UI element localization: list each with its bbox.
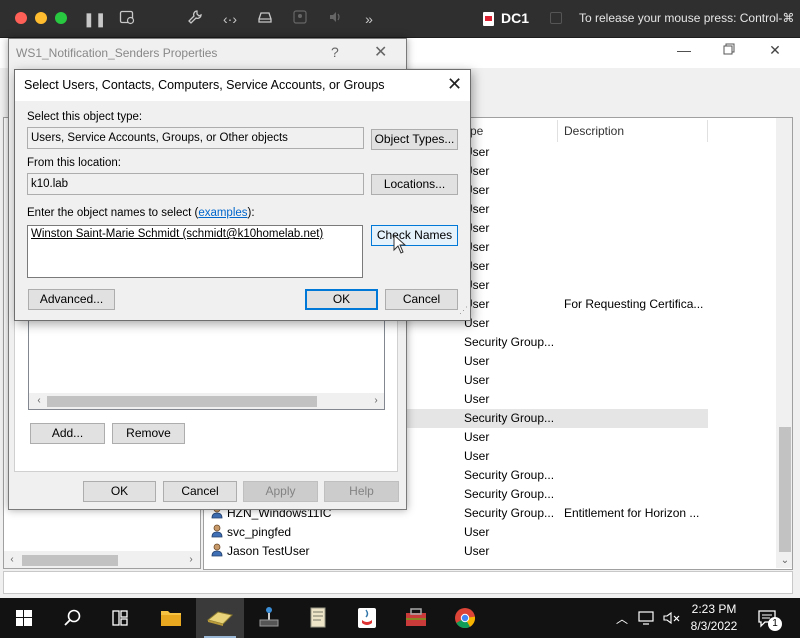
properties-ok-button[interactable]: OK: [83, 481, 156, 502]
scroll-left-icon[interactable]: ‹: [31, 393, 47, 409]
row-description: For Requesting Certifica...: [564, 297, 704, 311]
toolbox-icon[interactable]: [392, 598, 440, 638]
select-ok-button[interactable]: OK: [305, 289, 378, 310]
row-type: Security Group...: [464, 411, 555, 425]
network-tool-icon[interactable]: [245, 598, 293, 638]
object-type-label: Select this object type:: [27, 111, 143, 123]
vm-title: DC1: [501, 10, 530, 26]
status-bar: [3, 571, 793, 594]
object-names-input[interactable]: Winston Saint-Marie Schmidt (schmidt@k10…: [27, 225, 363, 278]
clock-time[interactable]: 2:23 PM: [688, 602, 740, 616]
vm-document-icon: [482, 11, 496, 27]
row-type: User: [464, 525, 490, 539]
locations-button[interactable]: Locations...: [371, 174, 458, 195]
row-type: Security Group...: [464, 335, 555, 349]
scroll-right-icon[interactable]: ›: [368, 393, 384, 409]
column-header-type[interactable]: ype: [458, 120, 558, 142]
user-icon: [211, 524, 223, 538]
window-close-dot[interactable]: [15, 12, 27, 24]
vm-copy-icon: [550, 12, 562, 24]
tree-scroll-thumb[interactable]: [22, 555, 118, 566]
advanced-button[interactable]: Advanced...: [28, 289, 115, 310]
more-chevrons-icon[interactable]: »: [359, 9, 379, 29]
row-type: User: [464, 544, 490, 558]
pause-icon[interactable]: ❚❚: [83, 9, 106, 29]
row-type: Security Group...: [464, 468, 555, 482]
select-users-dialog: [14, 69, 471, 321]
select-dialog-title: Select Users, Contacts, Computers, Servi…: [24, 78, 385, 92]
mouse-cursor-icon: [393, 233, 407, 254]
maximize-icon[interactable]: [719, 40, 739, 60]
row-description: Entitlement for Horizon ...: [564, 506, 700, 520]
java-icon[interactable]: [343, 598, 391, 638]
object-names-label: Enter the object names to select (exampl…: [27, 207, 255, 219]
tray-chevron-up-icon[interactable]: ︿: [615, 610, 629, 626]
task-view-icon[interactable]: [96, 598, 144, 638]
code-arrows-icon[interactable]: ‹·›: [220, 9, 240, 29]
list-row[interactable]: svc_pingfed User: [205, 523, 708, 542]
scroll-right-icon[interactable]: ›: [183, 552, 199, 568]
search-icon[interactable]: [48, 598, 96, 638]
close-icon[interactable]: ✕: [374, 42, 387, 62]
wrench-icon[interactable]: [185, 9, 205, 29]
close-icon[interactable]: ✕: [447, 74, 462, 95]
object-type-field: Users, Service Accounts, Groups, or Othe…: [27, 127, 364, 149]
location-field: k10.lab: [27, 173, 364, 195]
properties-cancel-button[interactable]: Cancel: [163, 481, 237, 502]
window-minimize-dot[interactable]: [35, 12, 47, 24]
mouse-release-hint: To release your mouse press: Control-⌘: [579, 11, 795, 25]
row-name: svc_pingfed: [211, 523, 291, 542]
row-type: User: [464, 392, 490, 406]
row-name: Jason TestUser: [211, 542, 309, 561]
examples-link[interactable]: examples: [198, 207, 247, 219]
start-button[interactable]: [0, 598, 48, 638]
close-icon[interactable]: ✕: [765, 40, 785, 60]
file-explorer-icon[interactable]: [147, 598, 195, 638]
row-name-text: Jason TestUser: [227, 544, 310, 558]
row-type: User: [464, 430, 490, 444]
help-icon[interactable]: ?: [331, 44, 339, 60]
drive-icon[interactable]: [255, 9, 275, 29]
camera-user-icon[interactable]: [290, 9, 310, 29]
list-row[interactable]: Jason TestUser User: [205, 542, 708, 561]
minimize-icon[interactable]: —: [674, 40, 694, 60]
row-type: Security Group...: [464, 487, 555, 501]
row-type: User: [464, 354, 490, 368]
clock-date[interactable]: 8/3/2022: [688, 619, 740, 633]
resolved-name: Winston Saint-Marie Schmidt (schmidt@k10…: [31, 228, 324, 240]
properties-apply-button[interactable]: Apply: [243, 481, 318, 502]
remove-member-button[interactable]: Remove: [112, 423, 185, 444]
properties-dialog-title: WS1_Notification_Senders Properties: [16, 46, 218, 60]
scroll-left-icon[interactable]: ‹: [4, 552, 20, 568]
chrome-icon[interactable]: [441, 598, 489, 638]
volume-muted-icon[interactable]: [662, 610, 682, 626]
user-icon: [211, 543, 223, 557]
resize-grip-icon[interactable]: ⋰: [459, 306, 469, 318]
script-editor-icon[interactable]: [294, 598, 342, 638]
row-type: User: [464, 449, 490, 463]
members-scroll-thumb[interactable]: [47, 396, 317, 407]
row-name-text: svc_pingfed: [227, 525, 292, 539]
column-header-description[interactable]: Description: [558, 120, 708, 142]
aduc-taskbar-icon[interactable]: [196, 598, 244, 638]
speaker-icon[interactable]: [325, 9, 345, 29]
scroll-down-icon[interactable]: ⌄: [777, 553, 793, 569]
properties-help-button[interactable]: Help: [324, 481, 399, 502]
location-label: From this location:: [27, 157, 121, 169]
window-maximize-dot[interactable]: [55, 12, 67, 24]
object-types-button[interactable]: Object Types...: [371, 129, 458, 150]
row-type: User: [464, 373, 490, 387]
list-scroll-thumb[interactable]: [779, 427, 791, 552]
select-cancel-button[interactable]: Cancel: [385, 289, 458, 310]
notification-count-badge: 1: [768, 617, 782, 631]
network-tray-icon[interactable]: [638, 610, 656, 626]
check-names-button[interactable]: Check Names: [371, 225, 458, 246]
row-type: Security Group...: [464, 506, 555, 520]
snapshot-icon[interactable]: [117, 9, 137, 29]
add-member-button[interactable]: Add...: [30, 423, 105, 444]
